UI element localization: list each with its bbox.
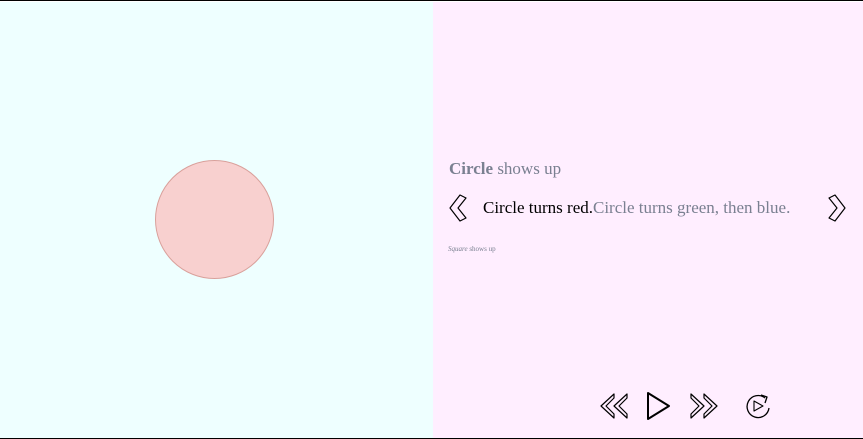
current-step-text: Circle turns red. (483, 198, 593, 217)
rewind-icon (600, 393, 628, 419)
play-icon (647, 392, 670, 420)
replay-icon (746, 394, 770, 419)
replay-button[interactable] (742, 390, 774, 422)
chevron-right-icon (828, 194, 846, 222)
next-step-button[interactable] (826, 193, 848, 223)
previous-step-button[interactable] (447, 193, 469, 223)
play-button[interactable] (644, 390, 672, 422)
rewind-button[interactable] (598, 390, 630, 422)
previous-step-rest: shows up (493, 159, 562, 178)
narration-panel: Circle shows up Circle turns red.Circle … (433, 2, 863, 438)
next-step-label: Square shows up (448, 245, 496, 253)
next-step-inline-text: Circle turns green, then blue. (593, 198, 791, 217)
fast-forward-button[interactable] (688, 390, 720, 422)
playback-controls (598, 390, 778, 422)
next-step-subject: Square (448, 245, 468, 253)
current-step-row: Circle turns red.Circle turns green, the… (433, 191, 863, 225)
circle-shape (155, 160, 274, 279)
app-frame: Circle shows up Circle turns red.Circle … (0, 0, 863, 439)
chevron-left-icon (449, 194, 467, 222)
previous-step-label: Circle shows up (449, 159, 561, 179)
previous-step-subject: Circle (449, 159, 494, 178)
step-text: Circle turns red.Circle turns green, the… (483, 198, 790, 218)
next-step-rest: shows up (467, 245, 496, 253)
fast-forward-icon (690, 393, 718, 419)
animation-stage (0, 2, 433, 438)
